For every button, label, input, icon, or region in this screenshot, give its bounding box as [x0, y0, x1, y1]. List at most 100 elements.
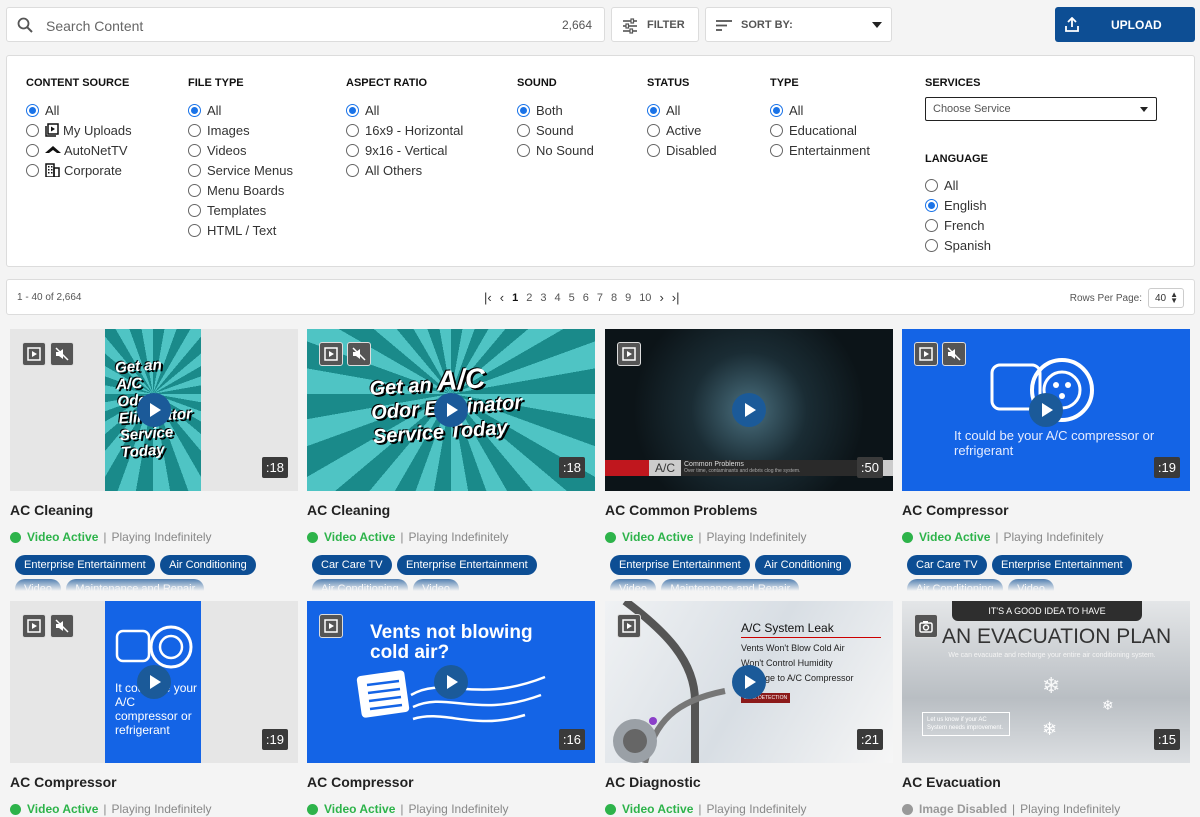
radio-language-all[interactable]: All — [925, 175, 991, 195]
play-icon[interactable] — [137, 393, 171, 427]
thumbnail[interactable]: A/C Common Problems Over time, contamina… — [605, 329, 893, 491]
option-label: Entertainment — [789, 142, 870, 158]
thumbnail[interactable]: It could be your A/C compressor or refri… — [10, 601, 298, 763]
radio-language-english[interactable]: English — [925, 195, 991, 215]
tag-chip[interactable]: Video — [413, 579, 460, 591]
content-card[interactable]: It could be your A/C compressor or refri… — [902, 329, 1190, 591]
search-bar[interactable]: Search Content 2,664 — [6, 7, 605, 42]
filter-title: STATUS — [647, 77, 690, 89]
content-card[interactable]: It could be your A/C compressor or refri… — [10, 601, 298, 817]
radio-content-my-uploads[interactable]: My Uploads — [26, 120, 132, 140]
thumbnail[interactable]: IT'S A GOOD IDEA TO HAVE AN EVACUATION P… — [902, 601, 1190, 763]
tag-chip[interactable]: Enterprise Entertainment — [15, 555, 155, 575]
radio-content-all[interactable]: All — [26, 100, 132, 120]
thumbnail[interactable]: It could be your A/C compressor or refri… — [902, 329, 1190, 491]
radio-aspect-all[interactable]: All — [346, 100, 463, 120]
page-link[interactable]: 3 — [540, 292, 546, 304]
filter-title: LANGUAGE — [925, 153, 988, 165]
page-link[interactable]: 9 — [625, 292, 631, 304]
radio-sound-none[interactable]: No Sound — [517, 140, 594, 160]
filter-button[interactable]: FILTER — [611, 7, 699, 42]
tag-chip[interactable]: Car Care TV — [312, 555, 392, 575]
page-link[interactable]: 5 — [569, 292, 575, 304]
radio-status-all[interactable]: All — [647, 100, 717, 120]
page-link[interactable]: 2 — [526, 292, 532, 304]
status-dot-icon — [902, 531, 913, 543]
option-label: No Sound — [536, 142, 594, 158]
page-link[interactable]: 7 — [597, 292, 603, 304]
radio-type-educational[interactable]: Educational — [770, 120, 870, 140]
tag-chip[interactable]: Enterprise Entertainment — [610, 555, 750, 575]
content-card[interactable]: IT'S A GOOD IDEA TO HAVE AN EVACUATION P… — [902, 601, 1190, 817]
radio-sound-both[interactable]: Both — [517, 100, 594, 120]
page-link[interactable]: 8 — [611, 292, 617, 304]
tag-chip[interactable]: Video — [1008, 579, 1055, 591]
thumbnail[interactable]: Vents not blowing cold air? :16 — [307, 601, 595, 763]
page-link[interactable]: 6 — [583, 292, 589, 304]
page-link-current[interactable]: 1 — [512, 292, 518, 304]
next-page-icon[interactable]: › — [659, 290, 663, 305]
tag-chip[interactable]: Maintenance and Repair — [661, 579, 800, 591]
radio-type-all[interactable]: All — [770, 100, 870, 120]
radio-filetype-videos[interactable]: Videos — [188, 140, 293, 160]
radio-filetype-templates[interactable]: Templates — [188, 200, 293, 220]
thumbnail[interactable]: Get an A/C Odor Eliminator Service Today… — [307, 329, 595, 491]
play-icon[interactable] — [137, 665, 171, 699]
option-label: Disabled — [666, 142, 717, 158]
tag-chip[interactable]: Enterprise Entertainment — [992, 555, 1132, 575]
tag-chip[interactable]: Video — [610, 579, 656, 591]
tag-chip[interactable]: Enterprise Entertainment — [397, 555, 537, 575]
radio-sound-sound[interactable]: Sound — [517, 120, 594, 140]
radio-content-autonettv[interactable]: AutoNetTV — [26, 140, 132, 160]
tag-chip[interactable]: Car Care TV — [907, 555, 987, 575]
upload-button[interactable]: UPLOAD — [1055, 7, 1195, 42]
compressor-illustration — [115, 625, 193, 669]
play-icon[interactable] — [1029, 393, 1063, 427]
radio-filetype-service-menus[interactable]: Service Menus — [188, 160, 293, 180]
content-card[interactable]: Vents not blowing cold air? :16 AC Compr… — [307, 601, 595, 817]
tag-chip[interactable]: Air Conditioning — [907, 579, 1003, 591]
content-card[interactable]: A/C System Leak Vents Won't Blow Cold Ai… — [605, 601, 893, 817]
radio-language-spanish[interactable]: Spanish — [925, 235, 991, 255]
radio-filetype-menu-boards[interactable]: Menu Boards — [188, 180, 293, 200]
content-card[interactable]: Get an A/C Odor Eliminator Service Today… — [307, 329, 595, 591]
sort-dropdown[interactable]: SORT BY: — [705, 7, 892, 42]
caption-title: AN EVACUATION PLAN — [942, 625, 1172, 648]
page-link[interactable]: 10 — [639, 292, 651, 304]
first-page-icon[interactable]: |‹ — [484, 290, 492, 305]
prev-page-icon[interactable]: ‹ — [500, 290, 504, 305]
tag-chip[interactable]: Air Conditioning — [160, 555, 256, 575]
play-icon[interactable] — [434, 393, 468, 427]
radio-filetype-images[interactable]: Images — [188, 120, 293, 140]
radio-status-active[interactable]: Active — [647, 120, 717, 140]
option-label: All — [365, 102, 380, 118]
tag-chip[interactable]: Air Conditioning — [755, 555, 851, 575]
tag-chip[interactable]: Video — [15, 579, 61, 591]
content-card[interactable]: Get an A/C Odor Eliminator Service Today… — [10, 329, 298, 591]
play-icon[interactable] — [732, 393, 766, 427]
tag-chip[interactable]: Air Conditioning — [312, 579, 408, 591]
radio-filetype-html-text[interactable]: HTML / Text — [188, 220, 293, 240]
content-card[interactable]: A/C Common Problems Over time, contamina… — [605, 329, 893, 591]
radio-aspect-horizontal[interactable]: 16x9 - Horizontal — [346, 120, 463, 140]
play-icon[interactable] — [434, 665, 468, 699]
rows-per-page-select[interactable]: 40 ▲ ▼ — [1148, 288, 1184, 308]
radio-filetype-all[interactable]: All — [188, 100, 293, 120]
radio-aspect-others[interactable]: All Others — [346, 160, 463, 180]
play-icon[interactable] — [732, 665, 766, 699]
last-page-icon[interactable]: ›| — [672, 290, 680, 305]
thumbnail[interactable]: A/C System Leak Vents Won't Blow Cold Ai… — [605, 601, 893, 763]
radio-type-entertainment[interactable]: Entertainment — [770, 140, 870, 160]
services-select[interactable]: Choose Service — [925, 97, 1157, 121]
tag-list: Car Care TV Enterprise Entertainment Air… — [307, 555, 595, 591]
status-dot-icon — [307, 803, 318, 815]
radio-content-corporate[interactable]: Corporate — [26, 160, 132, 180]
page-link[interactable]: 4 — [554, 292, 560, 304]
radio-aspect-vertical[interactable]: 9x16 - Vertical — [346, 140, 463, 160]
search-input[interactable]: Search Content — [46, 18, 143, 34]
radio-status-disabled[interactable]: Disabled — [647, 140, 717, 160]
radio-language-french[interactable]: French — [925, 215, 991, 235]
thumbnail[interactable]: Get an A/C Odor Eliminator Service Today… — [10, 329, 298, 491]
tag-chip[interactable]: Maintenance and Repair — [66, 579, 205, 591]
building-icon — [45, 163, 60, 177]
